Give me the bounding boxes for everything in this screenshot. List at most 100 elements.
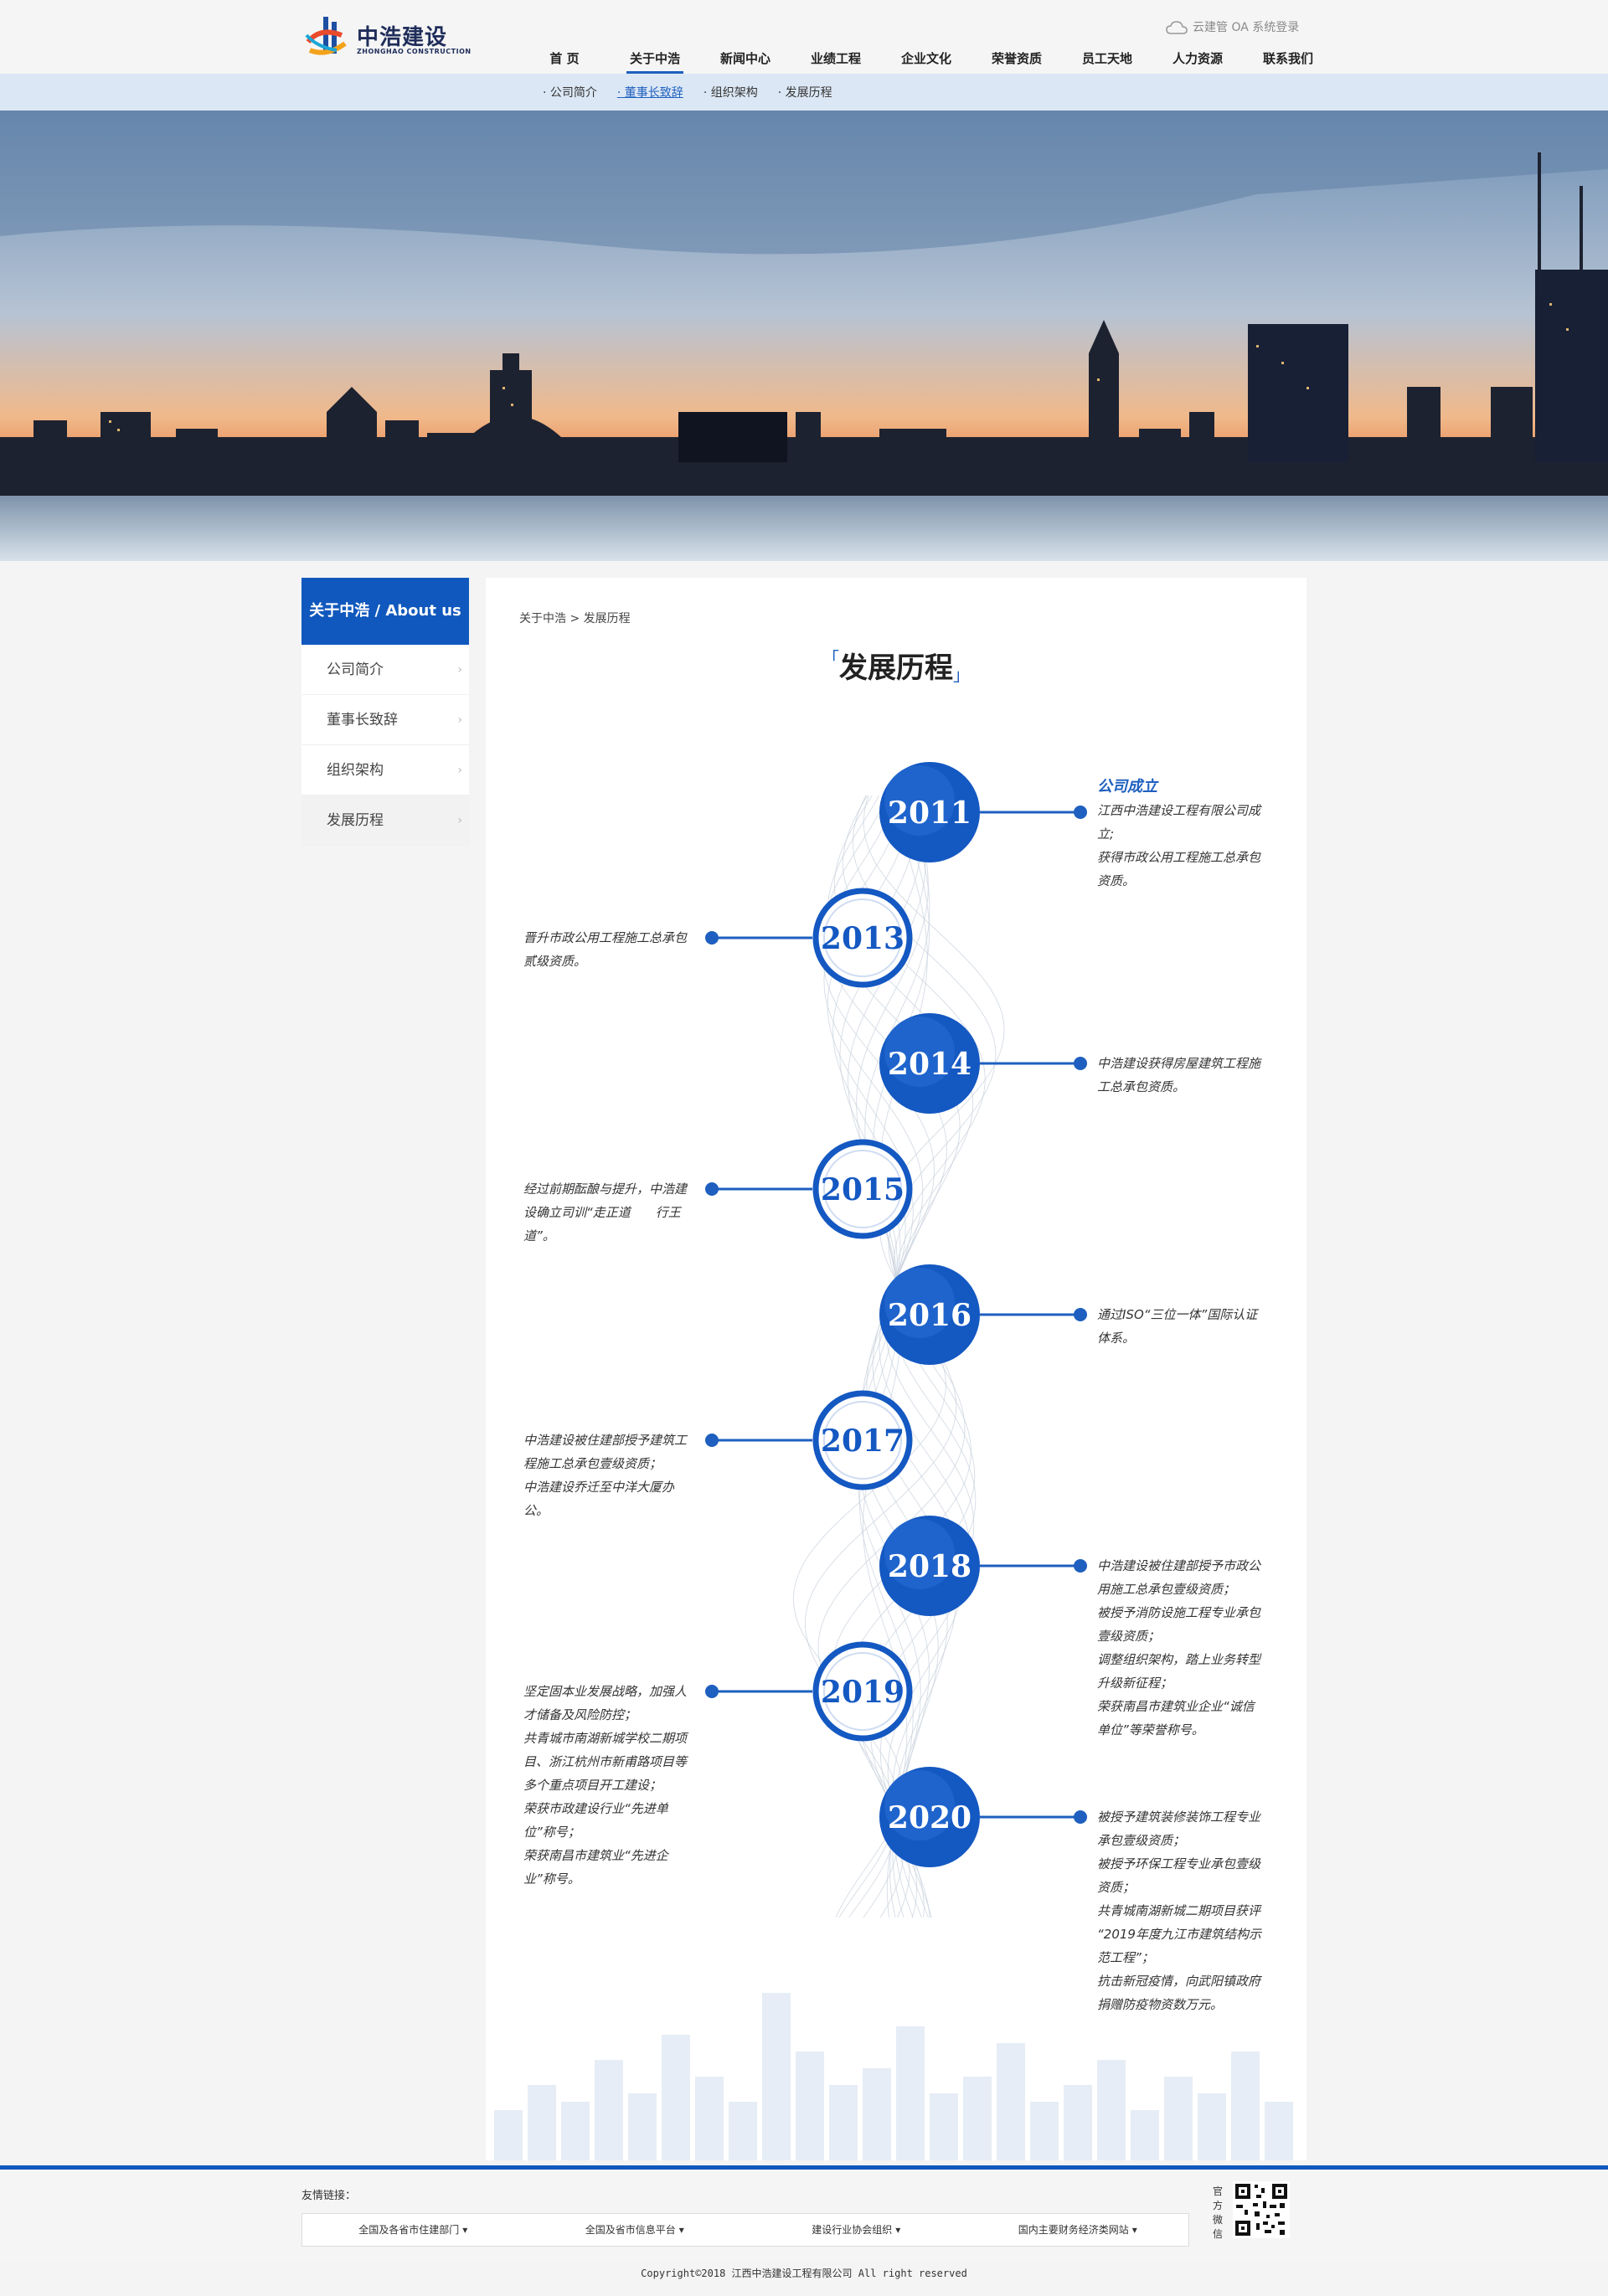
skyline-building	[1064, 2085, 1092, 2160]
timeline-event-2016: 通过ISO“三位一体”国际认证 体系。	[1097, 1303, 1277, 1350]
timeline-year: 2018	[888, 1549, 972, 1584]
friend-link-dropdown-3[interactable]: 国内主要财务经济类网站 ▾	[967, 2214, 1189, 2246]
timeline-year: 2017	[821, 1423, 904, 1459]
timeline-event-line: 中浩建设被住建部授予市政公	[1097, 1558, 1261, 1573]
timeline-event-line: 承包壹级资质；	[1097, 1833, 1186, 1848]
timeline-event-line: 资质。	[1097, 873, 1136, 888]
timeline-node-2019: 2019	[705, 1641, 913, 1742]
nav-item-3[interactable]: 业绩工程	[791, 44, 881, 74]
caret-down-icon: ▾	[895, 2224, 901, 2236]
chevron-right-icon: ›	[457, 764, 462, 777]
title-bracket-right: 」	[953, 665, 970, 685]
friend-link-dropdown-1[interactable]: 全国及省市信息平台 ▾	[524, 2214, 746, 2246]
friend-link-label: 全国及各省市住建部门	[358, 2224, 460, 2236]
subnav-item-1[interactable]: · 董事长致辞	[617, 84, 683, 100]
friend-link-dropdown-2[interactable]: 建设行业协会组织 ▾	[745, 2214, 967, 2246]
timeline-event-line: 用施工总承包壹级资质；	[1097, 1582, 1236, 1597]
caret-down-icon: ▾	[1131, 2224, 1137, 2236]
sidebar-item-label: 发展历程	[327, 812, 384, 829]
timeline-dot	[705, 1685, 719, 1698]
skyline-building	[695, 2077, 724, 2160]
friend-link-dropdown-0[interactable]: 全国及各省市住建部门 ▾	[302, 2214, 524, 2246]
timeline-event-line: 调整组织架构，踏上业务转型	[1097, 1652, 1261, 1667]
chevron-right-icon: ›	[457, 713, 462, 727]
timeline-event-line: 位”称号；	[523, 1825, 580, 1840]
city-skyline-image	[0, 111, 1608, 561]
skyline-building	[662, 2035, 690, 2160]
skyline-building	[1131, 2110, 1159, 2160]
sidebar-item-0[interactable]: 公司简介 ›	[302, 645, 469, 695]
nav-item-2[interactable]: 新闻中心	[700, 44, 791, 74]
friend-links-bar: 全国及各省市住建部门 ▾ 全国及省市信息平台 ▾ 建设行业协会组织 ▾ 国内主要财务经济类网…	[302, 2213, 1189, 2247]
skyline-building	[762, 1993, 791, 2160]
nav-item-8[interactable]: 联系我们	[1243, 44, 1333, 74]
breadcrumb: 关于中浩 > 发展历程	[519, 612, 631, 625]
sidebar-item-3[interactable]: 发展历程 ›	[302, 795, 469, 846]
sidebar: 关于中浩 / About us 公司简介 › 董事长致辞 › 组织架构 › 发展历程 ›	[302, 578, 469, 846]
title-bracket-left: 「	[822, 648, 839, 668]
logo-title: 中浩建设	[357, 25, 448, 50]
cloud-icon	[1166, 21, 1188, 34]
page-title: 「发展历程」	[486, 645, 1306, 686]
nav-item-1[interactable]: 关于中浩	[610, 44, 700, 74]
timeline-event-2011: 公司成立 江西中浩建设工程有限公司成 立; 获得市政公用工程施工总承包 资质。	[1097, 775, 1277, 893]
skyline-building	[628, 2093, 657, 2160]
oa-login-label: 云建管 OA 系统登录	[1193, 21, 1300, 34]
timeline-event-2020: 被授予建筑装修装饰工程专业 承包壹级资质； 被授予环保工程专业承包壹级 资质； 共青城南…	[1097, 1805, 1277, 2016]
timeline-year: 2011	[888, 795, 972, 831]
timeline-dot	[1074, 1308, 1087, 1321]
timeline-dot	[1074, 1810, 1087, 1824]
sidebar-item-label: 公司简介	[327, 662, 384, 678]
subnav-item-3[interactable]: · 发展历程	[778, 84, 832, 100]
chevron-right-icon: ›	[457, 663, 462, 677]
timeline-event-line: 被授予环保工程专业承包壹级	[1097, 1856, 1261, 1871]
timeline-event-2015: 经过前期酝酿与提升，中浩建 设确立司训“走正道 行王 道”。	[523, 1177, 704, 1248]
chevron-right-icon: ›	[457, 814, 462, 827]
nav-item-6[interactable]: 员工天地	[1062, 44, 1152, 74]
timeline-node-2016: 2016	[879, 1264, 1087, 1365]
timeline-event-line: 获得市政公用工程施工总承包	[1097, 850, 1261, 865]
timeline-event-line: 捐赠防疫物资数万元。	[1097, 1997, 1224, 2012]
timeline-event-line: 被授予建筑装修装饰工程专业	[1097, 1810, 1261, 1825]
skyline-building	[1097, 2060, 1126, 2160]
timeline-dot	[705, 1434, 719, 1447]
skyline-building	[796, 2051, 824, 2160]
sidebar-item-2[interactable]: 组织架构 ›	[302, 745, 469, 795]
nav-item-0[interactable]: 首 页	[519, 44, 610, 74]
timeline-node-2017: 2017	[705, 1390, 913, 1490]
caret-down-icon: ▾	[462, 2224, 468, 2236]
skyline-building	[729, 2102, 757, 2160]
hero-banner	[0, 111, 1608, 561]
wechat-label: 官方微信	[1212, 2185, 1223, 2240]
timeline-event-line: 中浩建设乔迁至中洋大厦办	[523, 1480, 675, 1495]
footer-skyline-decoration	[494, 1993, 1293, 2160]
timeline-event-2013: 晋升市政公用工程施工总承包 贰级资质。	[523, 926, 704, 973]
subnav-item-2[interactable]: · 组织架构	[704, 84, 758, 100]
timeline-year: 2014	[888, 1047, 972, 1082]
subnav-item-0[interactable]: · 公司简介	[543, 84, 597, 100]
logo-mark-icon	[305, 17, 347, 55]
timeline-event-line: 目、浙江杭州市新甫路项目等	[523, 1754, 688, 1769]
timeline-event-title: 公司成立	[1097, 778, 1157, 795]
timeline-event-line: 升级新征程；	[1097, 1676, 1173, 1691]
caret-down-icon: ▾	[678, 2224, 684, 2236]
skyline-building	[595, 2060, 623, 2160]
timeline-event-line: 才储备及风险防控；	[523, 1707, 637, 1722]
sidebar-item-label: 组织架构	[327, 762, 384, 779]
nav-item-5[interactable]: 荣誉资质	[972, 44, 1062, 74]
skyline-building	[997, 2043, 1025, 2160]
timeline-event-line: 江西中浩建设工程有限公司成	[1097, 803, 1261, 818]
nav-item-7[interactable]: 人力资源	[1152, 44, 1243, 74]
timeline-event-line: 体系。	[1097, 1331, 1136, 1346]
sidebar-item-1[interactable]: 董事长致辞 ›	[302, 695, 469, 745]
friend-link-label: 全国及省市信息平台	[585, 2224, 676, 2236]
sub-nav: · 公司简介 · 董事长致辞 · 组织架构 · 发展历程	[0, 74, 1608, 111]
site-logo[interactable]: 中浩建设 ZHONGHAO CONSTRUCTION	[303, 13, 471, 60]
page-title-text: 发展历程	[839, 651, 953, 685]
oa-login-link[interactable]: 云建管 OA 系统登录	[1166, 18, 1299, 35]
timeline-event-line: “2019年度九江市建筑结构示	[1097, 1927, 1261, 1942]
timeline-node-2014: 2014	[879, 1013, 1087, 1114]
nav-item-4[interactable]: 企业文化	[881, 44, 972, 74]
skyline-building	[1231, 2051, 1260, 2160]
skyline-building	[1164, 2077, 1193, 2160]
